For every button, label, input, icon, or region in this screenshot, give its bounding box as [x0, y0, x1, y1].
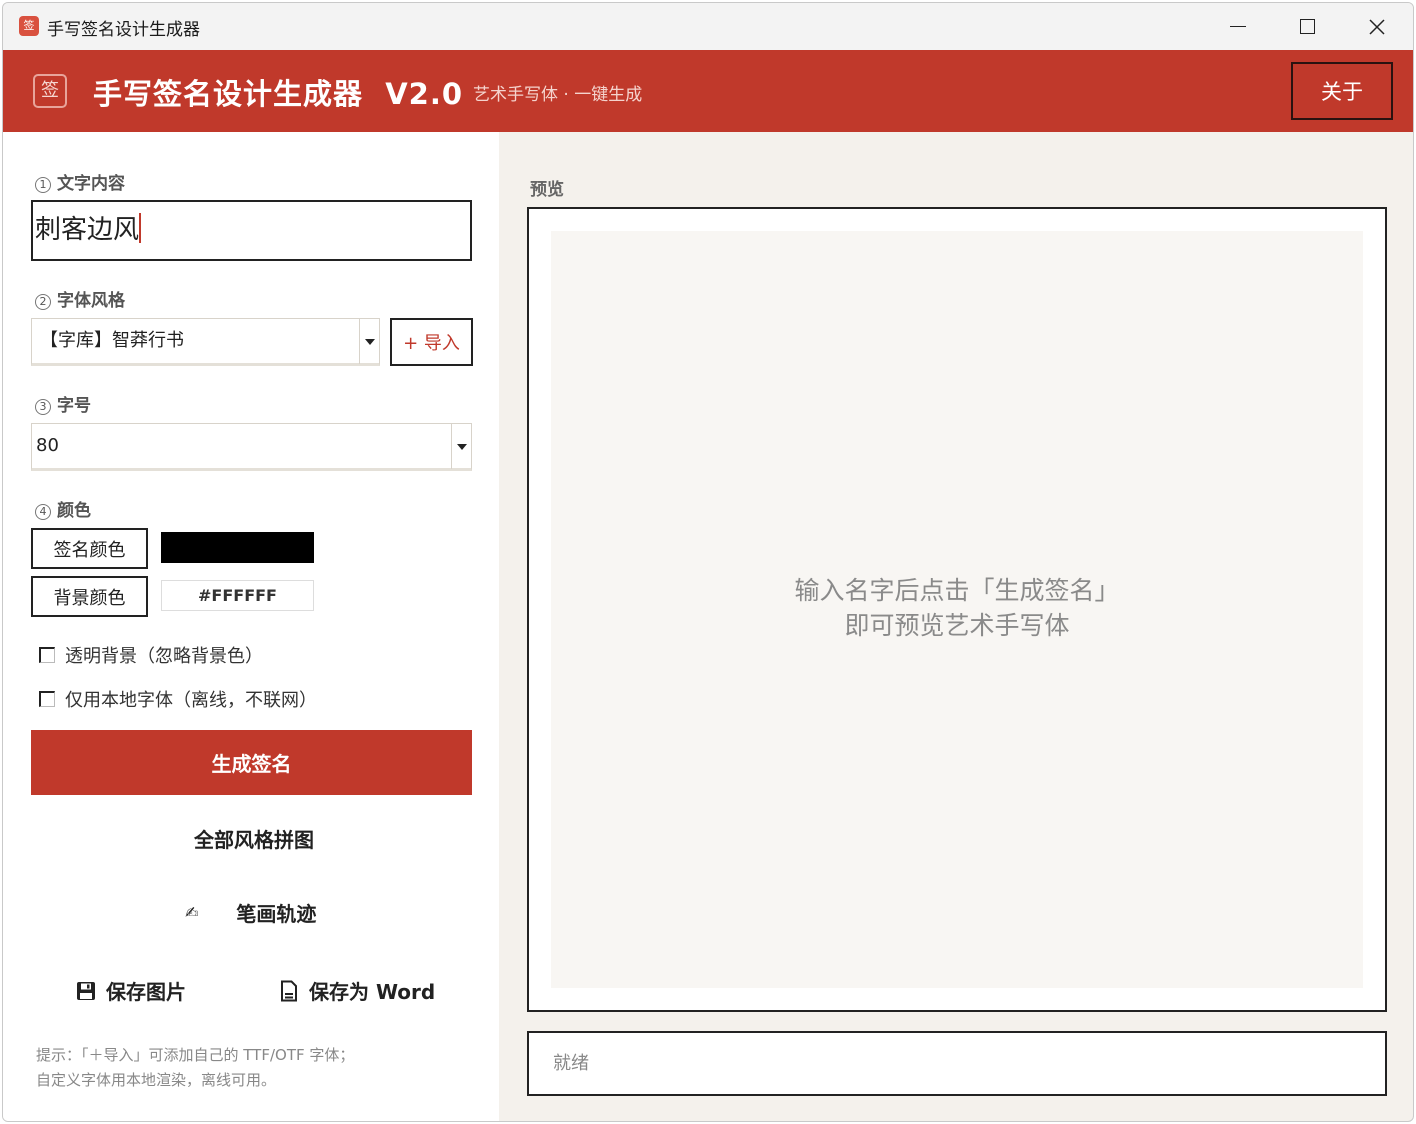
label-text: 颜色 [57, 501, 91, 521]
placeholder-line-2: 即可预览艺术手写体 [844, 611, 1070, 640]
bg-color-swatch[interactable]: #FFFFFF [161, 580, 314, 611]
button-label: 全部风格拼图 [194, 828, 314, 852]
checkbox-box[interactable] [39, 691, 55, 707]
app-icon: 签 [19, 16, 39, 36]
app-subtitle: 艺术手写体 · 一键生成 [473, 85, 643, 105]
about-button[interactable]: 关于 [1291, 62, 1393, 120]
button-label: 保存图片 [106, 980, 186, 1004]
status-text: 就绪 [553, 1053, 589, 1074]
hint-line-1: 提示：「＋导入」可添加自己的 TTF/OTF 字体； [36, 1046, 355, 1064]
step-number: 2 [35, 294, 51, 310]
app-logo: 签 [33, 74, 67, 108]
input-value: 刺客边风 [35, 215, 140, 245]
placeholder-line-1: 输入名字后点击「生成签名」 [794, 576, 1120, 605]
font-style-select[interactable]: 【字库】智莽行书 [31, 318, 380, 366]
app-title: 手写签名设计生成器 V2.0 [93, 77, 464, 111]
hint-line-2: 自定义字体用本地渲染，离线可用。 [36, 1071, 277, 1089]
close-icon [1369, 18, 1385, 35]
dropdown-arrow[interactable] [359, 319, 379, 364]
step-number: 4 [35, 504, 51, 520]
status-bar: 就绪 [527, 1031, 1387, 1096]
save-word-button[interactable]: 保存为 Word [279, 976, 435, 1005]
select-value: 80 [36, 435, 59, 456]
floppy-disk-icon [77, 981, 95, 1000]
font-style-label: 2 字体风格 [35, 286, 125, 311]
style-collage-button[interactable]: 全部风格拼图 [194, 824, 314, 853]
button-label: 笔画轨迹 [236, 902, 317, 926]
signature-text-input[interactable]: 刺客边风 [31, 200, 472, 261]
font-size-label: 3 字号 [35, 391, 91, 416]
close-button[interactable] [1343, 3, 1411, 50]
color-label: 4 颜色 [35, 496, 91, 521]
label-text: 字体风格 [57, 291, 125, 311]
label-text: 字号 [57, 396, 91, 416]
transparent-bg-checkbox[interactable]: 透明背景（忽略背景色） [39, 642, 263, 668]
text-caret [139, 213, 142, 243]
local-font-checkbox[interactable]: 仅用本地字体（离线，不联网） [39, 686, 317, 712]
minimize-icon [1230, 25, 1246, 28]
import-font-button[interactable]: + 导入 [390, 318, 473, 366]
save-image-button[interactable]: 保存图片 [75, 976, 186, 1005]
checkbox-label: 仅用本地字体（离线，不联网） [65, 690, 317, 711]
preview-frame: 输入名字后点击「生成签名」 即可预览艺术手写体 [527, 207, 1387, 1012]
settings-panel: 1 文字内容 刺客边风 2 字体风格 【字库】智莽行书 + 导入 3 字号 80 4颜… [3, 132, 499, 1121]
dropdown-arrow[interactable] [451, 424, 471, 469]
window-title: 手写签名设计生成器 [47, 20, 200, 40]
maximize-button[interactable] [1273, 3, 1341, 50]
generate-signature-button[interactable]: 生成签名 [31, 730, 472, 795]
minimize-button[interactable] [1204, 3, 1272, 50]
app-window: 签 手写签名设计生成器 签 手写签名设计生成器 V2.0 艺术手写体 · 一键生… [2, 2, 1414, 1122]
document-icon [281, 980, 297, 1001]
stroke-trace-button[interactable]: ✍ 笔画轨迹 [185, 898, 316, 927]
label-text: 文字内容 [57, 174, 125, 194]
chevron-down-icon [456, 443, 467, 450]
preview-label: 预览 [530, 180, 564, 200]
sign-color-swatch[interactable] [161, 532, 314, 563]
step-number: 1 [35, 177, 51, 193]
checkbox-box[interactable] [39, 647, 55, 663]
button-label: 保存为 Word [309, 980, 436, 1004]
writing-hand-icon: ✍ [185, 903, 199, 922]
app-header: 签 手写签名设计生成器 V2.0 艺术手写体 · 一键生成 关于 [3, 50, 1413, 132]
sign-color-button[interactable]: 签名颜色 [31, 528, 148, 569]
select-value: 【字库】智莽行书 [40, 330, 184, 351]
maximize-icon [1299, 19, 1315, 34]
preview-canvas: 输入名字后点击「生成签名」 即可预览艺术手写体 [551, 231, 1363, 988]
step-number: 3 [35, 399, 51, 415]
text-content-label: 1 文字内容 [35, 169, 125, 194]
title-bar: 签 手写签名设计生成器 [3, 3, 1413, 50]
bg-color-button[interactable]: 背景颜色 [31, 576, 148, 617]
checkbox-label: 透明背景（忽略背景色） [65, 646, 263, 667]
preview-placeholder: 输入名字后点击「生成签名」 即可预览艺术手写体 [551, 573, 1363, 643]
chevron-down-icon [364, 338, 375, 345]
font-size-select[interactable]: 80 [31, 423, 472, 471]
